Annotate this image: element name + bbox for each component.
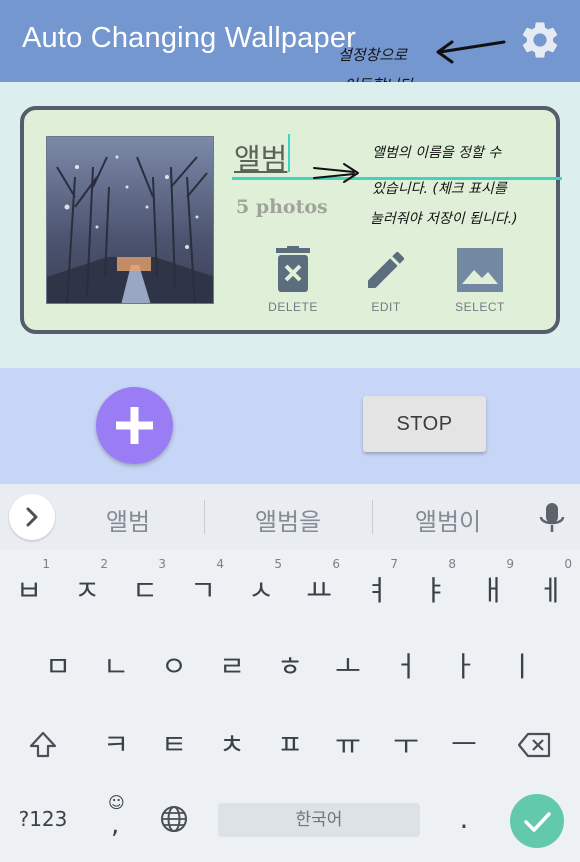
suggestion-3[interactable]: 앨범이 bbox=[368, 502, 528, 537]
checkmark-icon bbox=[524, 812, 551, 832]
globe-icon bbox=[161, 806, 187, 832]
select-button[interactable]: SELECT bbox=[440, 246, 520, 314]
backspace-key[interactable] bbox=[506, 716, 564, 774]
key-hint: 6 bbox=[332, 557, 340, 571]
album-annotation-line2: 있습니다. (체크 표시를 bbox=[372, 181, 507, 197]
key-n[interactable]: ㄴ bbox=[87, 638, 145, 696]
key-o[interactable]: ㅗ bbox=[319, 638, 377, 696]
key-label: ㅈ bbox=[74, 574, 100, 607]
key-hint: 1 bbox=[42, 557, 50, 571]
text-cursor bbox=[288, 134, 290, 172]
bottom-controls: STOP bbox=[0, 368, 580, 484]
key-u[interactable]: ㅜ bbox=[377, 716, 435, 774]
album-thumbnail[interactable] bbox=[46, 136, 214, 304]
add-album-button[interactable] bbox=[96, 387, 173, 464]
key-label: ㅂ bbox=[16, 574, 42, 607]
comma-label: , bbox=[111, 810, 120, 840]
key-hint: 3 bbox=[158, 557, 166, 571]
key-hint: 9 bbox=[506, 557, 514, 571]
enter-button[interactable] bbox=[510, 794, 564, 848]
screen: Auto Changing Wallpaper 설정창으로 이동합니다. bbox=[0, 0, 580, 862]
microphone-icon[interactable] bbox=[538, 501, 566, 539]
key-k[interactable]: ㅋ bbox=[87, 716, 145, 774]
key-t[interactable]: ㅌ bbox=[145, 716, 203, 774]
key-hint: 7 bbox=[390, 557, 398, 571]
key-label: ㅕ bbox=[364, 574, 390, 607]
language-key[interactable] bbox=[145, 790, 203, 848]
shift-key[interactable] bbox=[14, 716, 72, 774]
key-yu[interactable]: ㅠ bbox=[319, 716, 377, 774]
key-hint: 2 bbox=[100, 557, 108, 571]
key-yo[interactable]: ㅛ6 bbox=[290, 557, 348, 620]
annotation-arrow-left-icon bbox=[436, 40, 506, 64]
divider bbox=[204, 500, 205, 534]
key-ya[interactable]: ㅑ8 bbox=[406, 557, 464, 620]
spacebar[interactable]: 한국어 bbox=[218, 803, 420, 837]
edit-label: EDIT bbox=[371, 300, 401, 314]
pencil-icon bbox=[368, 251, 405, 288]
key-p[interactable]: ㅍ bbox=[261, 716, 319, 774]
key-r[interactable]: ㄹ bbox=[203, 638, 261, 696]
key-ng[interactable]: ㅇ bbox=[145, 638, 203, 696]
key-label: ㅐ bbox=[480, 574, 506, 607]
key-label: ㅔ bbox=[538, 574, 564, 607]
plus-icon bbox=[116, 407, 153, 444]
key-label: ㅑ bbox=[422, 574, 448, 607]
select-label: SELECT bbox=[455, 300, 505, 314]
delete-label: DELETE bbox=[268, 300, 318, 314]
key-label: ㄱ bbox=[190, 574, 216, 607]
key-label: ㄷ bbox=[132, 574, 158, 607]
delete-button[interactable]: DELETE bbox=[253, 246, 333, 314]
period-key[interactable]: . bbox=[435, 790, 493, 848]
gear-icon[interactable] bbox=[518, 18, 562, 62]
key-hint: 4 bbox=[216, 557, 224, 571]
key-eo[interactable]: ㅓ bbox=[377, 638, 435, 696]
suggestion-1[interactable]: 앨범 bbox=[48, 502, 208, 537]
key-e[interactable]: ㅔ0 bbox=[522, 557, 580, 620]
key-h[interactable]: ㅎ bbox=[261, 638, 319, 696]
key-ae[interactable]: ㅐ9 bbox=[464, 557, 522, 620]
album-annotation-line3: 눌러줘야 저장이 됩니다.) bbox=[370, 211, 518, 227]
app-title: Auto Changing Wallpaper bbox=[22, 22, 357, 54]
key-a[interactable]: ㅏ bbox=[435, 638, 493, 696]
album-name: 앨범 bbox=[234, 142, 288, 176]
key-hint: 0 bbox=[564, 557, 572, 571]
settings-annotation-line1: 설정창으로 bbox=[338, 46, 408, 64]
suggestion-2[interactable]: 앨범을 bbox=[208, 502, 368, 537]
delete-icon bbox=[276, 246, 310, 292]
photo-count: 5 photos bbox=[236, 196, 328, 218]
key-yeo[interactable]: ㅕ7 bbox=[348, 557, 406, 620]
key-b[interactable]: ㅂ1 bbox=[0, 557, 58, 620]
stop-button[interactable]: STOP bbox=[363, 396, 486, 452]
symbols-key[interactable]: ?123 bbox=[14, 790, 72, 848]
keyboard: ㅂ1 ㅈ2 ㄷ3 ㄱ4 ㅅ5 ㅛ6 ㅕ7 ㅑ8 ㅐ9 ㅔ0 ㅁ ㄴ ㅇ ㄹ ㅎ … bbox=[0, 550, 580, 862]
key-hint: 8 bbox=[448, 557, 456, 571]
key-d[interactable]: ㄷ3 bbox=[116, 557, 174, 620]
album-annotation-line1: 앨범의 이름을 정할 수 bbox=[372, 145, 502, 161]
key-g[interactable]: ㄱ4 bbox=[174, 557, 232, 620]
edit-button[interactable]: EDIT bbox=[346, 246, 426, 314]
annotation-arrow-right-icon bbox=[313, 163, 359, 183]
key-j[interactable]: ㅈ2 bbox=[58, 557, 116, 620]
backspace-icon bbox=[517, 732, 551, 758]
key-eu[interactable]: ㅡ bbox=[435, 716, 493, 774]
key-s[interactable]: ㅅ5 bbox=[232, 557, 290, 620]
key-m[interactable]: ㅁ bbox=[29, 638, 87, 696]
image-icon bbox=[457, 248, 503, 292]
emoji-comma-key[interactable]: ☺ , bbox=[87, 790, 145, 848]
key-hint: 5 bbox=[274, 557, 282, 571]
key-label: ㅛ bbox=[306, 574, 332, 607]
key-label: ㅅ bbox=[248, 574, 274, 607]
key-i[interactable]: ㅣ bbox=[493, 638, 551, 696]
shift-icon bbox=[29, 731, 57, 758]
keyboard-suggestion-bar: 앨범 앨범을 앨범이 bbox=[0, 484, 580, 550]
key-ch[interactable]: ㅊ bbox=[203, 716, 261, 774]
